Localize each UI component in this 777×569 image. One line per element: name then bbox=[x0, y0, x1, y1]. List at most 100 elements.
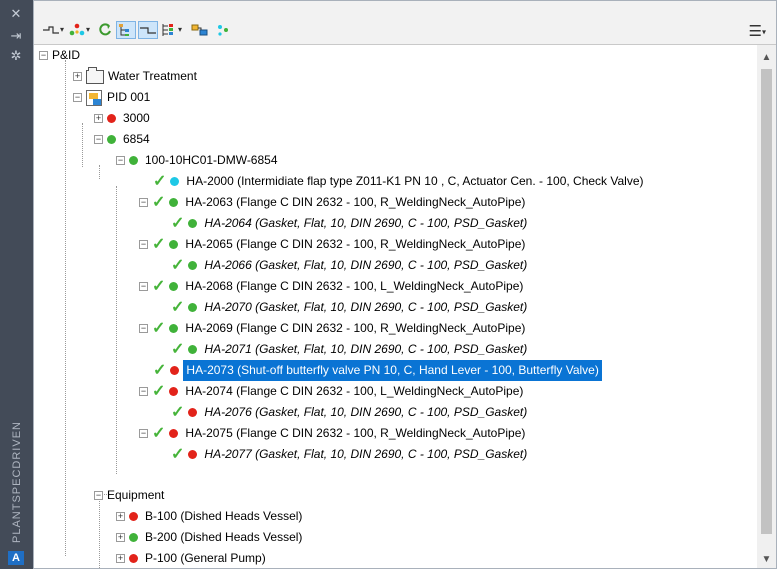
tree-node-ha-2064[interactable]: ✓ HA-2064 (Gasket, Flat, 10, DIN 2690, C… bbox=[171, 213, 527, 234]
tree-node-ha-2063[interactable]: − ✓ HA-2063 (Flange C DIN 2632 - 100, R_… bbox=[139, 192, 525, 213]
tree-node-pid-root[interactable]: − P&ID bbox=[39, 45, 80, 66]
status-green-icon bbox=[129, 533, 138, 542]
check-icon: ✓ bbox=[171, 299, 185, 316]
tree-node-pid-001[interactable]: − PID 001 bbox=[73, 87, 150, 108]
check-icon: ✓ bbox=[152, 425, 166, 442]
check-icon: ✓ bbox=[152, 383, 166, 400]
tree-node-label: PID 001 bbox=[107, 90, 151, 104]
collapse-icon[interactable]: − bbox=[39, 51, 48, 60]
tree-node-label: HA-2068 (Flange C DIN 2632 - 100, L_Weld… bbox=[185, 279, 524, 293]
collapse-icon[interactable]: − bbox=[139, 387, 148, 396]
collapse-icon[interactable]: − bbox=[94, 135, 103, 144]
status-green-icon bbox=[188, 303, 198, 312]
tree-node-ha-2000[interactable]: ✓ HA-2000 (Intermidiate flap type Z011-K… bbox=[153, 171, 644, 192]
tree-node-label: HA-2070 (Gasket, Flat, 10, DIN 2690, C -… bbox=[204, 300, 528, 314]
palette-strip: ✕ ⇥ ✲ PLANTSPECDRIVEN A bbox=[0, 0, 33, 569]
tree-node-label: Equipment bbox=[107, 488, 165, 502]
status-green-icon bbox=[169, 324, 179, 333]
status-cyan-icon bbox=[170, 177, 180, 186]
tree-node-ha-2077[interactable]: ✓ HA-2077 (Gasket, Flat, 10, DIN 2690, C… bbox=[171, 444, 527, 465]
vertical-scrollbar[interactable]: ▲ ▼ bbox=[757, 45, 776, 568]
tree-node-ha-2074[interactable]: − ✓ HA-2074 (Flange C DIN 2632 - 100, L_… bbox=[139, 381, 523, 402]
tree-node-label: HA-2000 (Intermidiate flap type Z011-K1 … bbox=[186, 174, 644, 188]
tree-guide-line bbox=[82, 123, 83, 167]
auto-hide-icon[interactable]: ⇥ bbox=[8, 28, 24, 44]
collapse-icon[interactable]: − bbox=[139, 282, 148, 291]
scroll-up-icon[interactable]: ▲ bbox=[757, 49, 776, 66]
expand-icon[interactable]: + bbox=[94, 114, 103, 123]
tree-guide-line bbox=[99, 501, 100, 568]
tree-guide-line bbox=[65, 60, 66, 556]
tree-node-p-100[interactable]: + P-100 (General Pump) bbox=[116, 548, 266, 568]
tree-node-ha-2071[interactable]: ✓ HA-2071 (Gasket, Flat, 10, DIN 2690, C… bbox=[171, 339, 527, 360]
tree-guide-line bbox=[116, 186, 117, 474]
status-green-icon bbox=[169, 198, 179, 207]
expand-icon[interactable]: + bbox=[116, 512, 125, 521]
tree-node-b-100[interactable]: + B-100 (Dished Heads Vessel) bbox=[116, 506, 302, 527]
status-red-icon bbox=[188, 450, 198, 459]
status-green-icon bbox=[188, 345, 198, 354]
tree-node-equipment[interactable]: − Equipment bbox=[94, 485, 164, 506]
check-icon: ✓ bbox=[152, 278, 166, 295]
collapse-icon[interactable]: − bbox=[139, 324, 148, 333]
status-green-icon bbox=[188, 219, 198, 228]
collapse-icon[interactable]: − bbox=[139, 198, 148, 207]
collapse-icon[interactable]: − bbox=[139, 429, 148, 438]
group-icon[interactable] bbox=[190, 21, 210, 39]
status-red-icon bbox=[170, 366, 180, 375]
status-green-icon bbox=[107, 135, 116, 144]
close-icon[interactable]: ✕ bbox=[8, 6, 24, 22]
status-green-icon bbox=[169, 240, 179, 249]
tree-node-ha-2065[interactable]: − ✓ HA-2065 (Flange C DIN 2632 - 100, R_… bbox=[139, 234, 525, 255]
tree-node-line-6854[interactable]: − 100-10HC01-DMW-6854 bbox=[116, 150, 278, 171]
tree-node-3000[interactable]: + 3000 bbox=[94, 108, 150, 129]
status-green-icon bbox=[169, 282, 179, 291]
collapse-icon[interactable]: − bbox=[94, 491, 103, 500]
pid-drawing-icon bbox=[86, 89, 102, 106]
status-red-icon bbox=[129, 512, 138, 521]
tree-node-6854[interactable]: − 6854 bbox=[94, 129, 150, 150]
tree-node-label: HA-2075 (Flange C DIN 2632 - 100, R_Weld… bbox=[185, 426, 526, 440]
tree-node-ha-2070[interactable]: ✓ HA-2070 (Gasket, Flat, 10, DIN 2690, C… bbox=[171, 297, 527, 318]
check-icon: ✓ bbox=[171, 215, 185, 232]
tree-node-label: B-100 (Dished Heads Vessel) bbox=[145, 509, 303, 523]
tree-node-label: HA-2066 (Gasket, Flat, 10, DIN 2690, C -… bbox=[204, 258, 528, 272]
expand-icon[interactable]: + bbox=[116, 533, 125, 542]
refresh-icon[interactable] bbox=[96, 21, 114, 39]
properties-icon[interactable]: ✲ bbox=[8, 48, 24, 64]
connect-lines-icon[interactable]: ▾ bbox=[42, 21, 65, 39]
tree-node-b-200[interactable]: + B-200 (Dished Heads Vessel) bbox=[116, 527, 302, 548]
status-colors-icon[interactable]: ▾ bbox=[68, 21, 91, 39]
tree-node-ha-2068[interactable]: − ✓ HA-2068 (Flange C DIN 2632 - 100, L_… bbox=[139, 276, 523, 297]
tree-node-label-selected: HA-2073 (Shut-off butterfly valve PN 10,… bbox=[183, 360, 602, 381]
options-menu-icon[interactable]: ☰▾ bbox=[749, 22, 766, 40]
tree-node-label: P&ID bbox=[52, 48, 81, 62]
expand-icon[interactable]: + bbox=[73, 72, 82, 81]
tree-view-icon[interactable] bbox=[116, 21, 136, 39]
collapse-icon[interactable]: − bbox=[73, 93, 82, 102]
scroll-down-icon[interactable]: ▼ bbox=[757, 551, 776, 568]
filter-icon[interactable] bbox=[214, 21, 232, 39]
tree-node-label: 3000 bbox=[123, 111, 150, 125]
tree-node-label: HA-2064 (Gasket, Flat, 10, DIN 2690, C -… bbox=[204, 216, 528, 230]
show-lines-icon[interactable] bbox=[138, 21, 158, 39]
tree-node-label: HA-2074 (Flange C DIN 2632 - 100, L_Weld… bbox=[185, 384, 524, 398]
project-tree: − P&ID + Water Treatment − PID 001 + 300… bbox=[35, 45, 757, 568]
status-red-icon bbox=[169, 429, 179, 438]
tree-node-ha-2066[interactable]: ✓ HA-2066 (Gasket, Flat, 10, DIN 2690, C… bbox=[171, 255, 527, 276]
check-icon: ✓ bbox=[152, 194, 166, 211]
tree-node-label: HA-2069 (Flange C DIN 2632 - 100, R_Weld… bbox=[185, 321, 526, 335]
tree-node-ha-2076[interactable]: ✓ HA-2076 (Gasket, Flat, 10, DIN 2690, C… bbox=[171, 402, 527, 423]
tree-node-label: 6854 bbox=[123, 132, 150, 146]
collapse-icon[interactable]: − bbox=[116, 156, 125, 165]
scrollbar-thumb[interactable] bbox=[761, 69, 772, 534]
tree-node-ha-2075[interactable]: − ✓ HA-2075 (Flange C DIN 2632 - 100, R_… bbox=[139, 423, 525, 444]
collapse-icon[interactable]: − bbox=[139, 240, 148, 249]
hierarchy-icon[interactable]: ▾ bbox=[160, 21, 183, 39]
tree-node-ha-2069[interactable]: − ✓ HA-2069 (Flange C DIN 2632 - 100, R_… bbox=[139, 318, 525, 339]
check-icon: ✓ bbox=[152, 320, 166, 337]
expand-icon[interactable]: + bbox=[116, 554, 125, 563]
tree-node-label: HA-2076 (Gasket, Flat, 10, DIN 2690, C -… bbox=[204, 405, 528, 419]
tree-node-ha-2073[interactable]: ✓ HA-2073 (Shut-off butterfly valve PN 1… bbox=[153, 360, 602, 381]
tree-node-water-treatment[interactable]: + Water Treatment bbox=[73, 66, 197, 87]
